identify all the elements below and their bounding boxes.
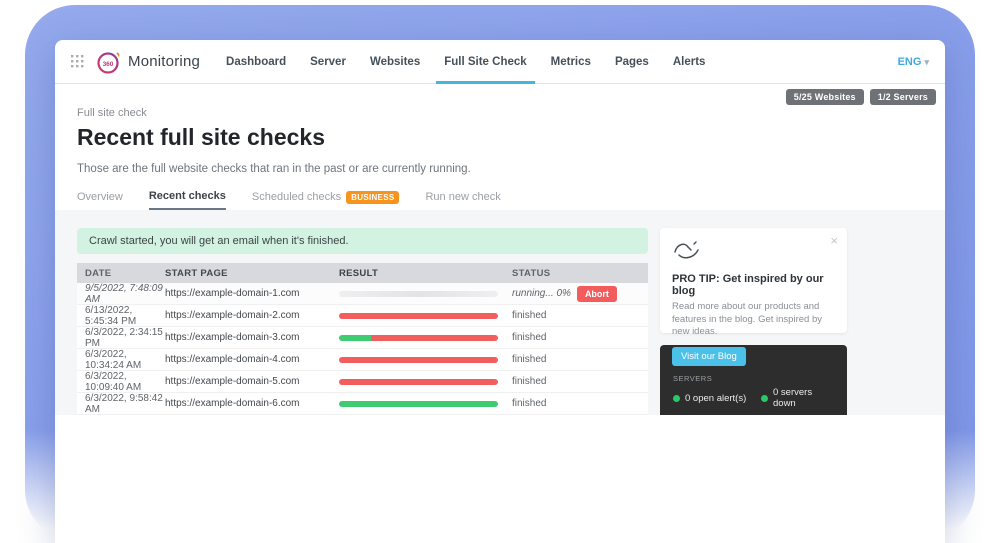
page-tabs: Overview Recent checks Scheduled checks … [77,190,923,210]
nav-websites[interactable]: Websites [370,40,420,84]
nav-dashboard[interactable]: Dashboard [226,40,286,84]
svg-text:360: 360 [103,61,114,68]
status-text: finished [512,310,546,321]
result-bar [339,401,498,407]
abort-button[interactable]: Abort [577,286,617,302]
col-header-status: STATUS [512,268,648,279]
status-item: 0 open alert(s) [673,387,761,409]
banner-message: Crawl started, you will get an email whe… [89,235,349,247]
check-status: finished [512,332,648,343]
status-item: 0 servers down [761,387,834,409]
col-header-date: DATE [77,268,165,279]
status-item-text: 0 open alert(s) [685,393,746,404]
tab-overview[interactable]: Overview [77,191,123,209]
brand-name: Monitoring [128,53,200,70]
status-section-label: SERVERS [673,374,834,383]
table-row[interactable]: 6/3/2022, 10:09:40 AM https://example-do… [77,371,648,393]
check-start-page: https://example-domain-2.com [165,310,339,321]
page-subtitle: Those are the full website checks that r… [77,163,923,175]
close-icon[interactable]: × [830,234,838,247]
result-bar [339,335,498,341]
table-row[interactable]: 6/3/2022, 2:34:15 PM https://example-dom… [77,327,648,349]
check-result [339,357,512,363]
crawl-started-banner: Crawl started, you will get an email whe… [77,228,648,254]
recent-checks-table: DATE START PAGE RESULT STATUS 9/5/2022, … [77,263,648,415]
table-row[interactable]: 6/3/2022, 9:58:42 AM https://example-dom… [77,393,648,415]
check-start-page: https://example-domain-3.com [165,332,339,343]
protip-body: Read more about our products and feature… [672,301,835,339]
nav-metrics[interactable]: Metrics [551,40,591,84]
main-nav: Dashboard Server Websites Full Site Chec… [226,40,705,84]
nav-server[interactable]: Server [310,40,346,84]
check-start-page: https://example-domain-5.com [165,376,339,387]
check-result [339,335,512,341]
page-title: Recent full site checks [77,124,923,151]
checks-column: Crawl started, you will get an email whe… [77,228,648,415]
protip-title: PRO TIP: Get inspired by our blog [672,273,835,297]
check-result [339,291,512,297]
check-date: 6/3/2022, 10:09:40 AM [77,371,165,393]
logo-360-icon: 360 [96,49,122,75]
nav-full-site-check[interactable]: Full Site Check [444,40,526,84]
brand-logo[interactable]: 360 Monitoring [96,49,200,75]
progress-bar [339,291,498,297]
main-content: Crawl started, you will get an email whe… [55,210,945,415]
tab-scheduled-checks-label: Scheduled checks [252,191,341,203]
table-header-row: DATE START PAGE RESULT STATUS [77,263,648,283]
app-header: 360 Monitoring Dashboard Server Websites… [55,40,945,84]
app-grid-icon[interactable] [71,55,84,68]
check-result [339,313,512,319]
check-status: running... 0% Abort [512,286,648,302]
result-bar [339,379,498,385]
table-row[interactable]: 9/5/2022, 7:48:09 AM https://example-dom… [77,283,648,305]
breadcrumb: Full site check [77,107,923,119]
status-text: finished [512,376,546,387]
quota-badges: 5/25 Websites 1/2 Servers [786,89,936,105]
handshake-doodle-icon [672,239,702,261]
nav-pages[interactable]: Pages [615,40,649,84]
check-date: 9/5/2022, 7:48:09 AM [77,283,165,305]
status-text: finished [512,332,546,343]
check-status: finished [512,310,648,321]
sidebar: × PRO TIP: Get inspired by our blog Read… [660,228,847,415]
check-start-page: https://example-domain-6.com [165,398,339,409]
chevron-down-icon: ▾ [924,57,929,67]
result-bar [339,357,498,363]
check-date: 6/13/2022, 5:45:34 PM [77,305,165,327]
servers-quota-badge[interactable]: 1/2 Servers [870,89,936,105]
check-status: finished [512,376,648,387]
col-header-result: RESULT [339,268,512,279]
check-date: 6/3/2022, 2:34:15 PM [77,327,165,349]
status-item-text: 0 servers down [773,387,834,409]
business-badge: BUSINESS [346,191,399,204]
check-status: finished [512,398,648,409]
status-text: running... 0% [512,288,571,299]
language-dropdown[interactable]: ENG ▾ [898,56,929,68]
nav-alerts[interactable]: Alerts [673,40,706,84]
table-row[interactable]: 6/3/2022, 10:34:24 AM https://example-do… [77,349,648,371]
check-date: 6/3/2022, 10:34:24 AM [77,349,165,371]
result-bar [339,313,498,319]
status-text: finished [512,398,546,409]
visit-blog-button[interactable]: Visit our Blog [672,347,746,366]
tab-run-new-check[interactable]: Run new check [425,191,500,209]
col-header-start-page: START PAGE [165,268,339,279]
protip-card: × PRO TIP: Get inspired by our blog Read… [660,228,847,333]
table-row[interactable]: 6/13/2022, 5:45:34 PM https://example-do… [77,305,648,327]
check-start-page: https://example-domain-1.com [165,288,339,299]
marketing-stage: 360 Monitoring Dashboard Server Websites… [0,0,997,543]
check-start-page: https://example-domain-4.com [165,354,339,365]
websites-quota-badge[interactable]: 5/25 Websites [786,89,864,105]
check-result [339,379,512,385]
status-items-servers: 0 open alert(s) 0 servers down [673,387,834,409]
green-status-dot-icon [673,395,680,402]
browser-window: 360 Monitoring Dashboard Server Websites… [55,40,945,543]
tab-scheduled-checks[interactable]: Scheduled checks BUSINESS [252,191,400,210]
tab-recent-checks[interactable]: Recent checks [149,190,226,210]
check-date: 6/3/2022, 9:58:42 AM [77,393,165,415]
check-status: finished [512,354,648,365]
status-text: finished [512,354,546,365]
green-status-dot-icon [761,395,768,402]
check-result [339,401,512,407]
